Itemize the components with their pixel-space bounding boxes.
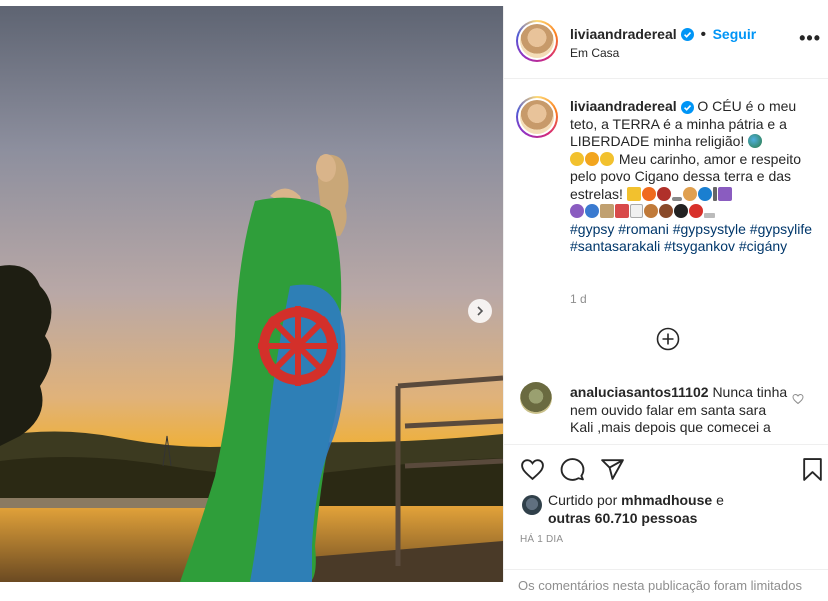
emoji-row-1 <box>626 186 733 202</box>
heart-icon <box>521 459 544 481</box>
moon-emoji-icon <box>600 151 614 166</box>
comment-username[interactable]: analuciasantos11102 <box>570 384 709 400</box>
post-actions: Curtido por mhmadhouse e outras 60.710 p… <box>504 444 828 593</box>
comment-icon <box>560 458 585 481</box>
likes-others[interactable]: outras 60.710 pessoas <box>548 510 697 526</box>
black-heart-emoji-icon <box>674 204 688 218</box>
horse-emoji-icon <box>644 204 658 218</box>
likes-summary: Curtido por mhmadhouse e outras 60.710 p… <box>548 491 818 527</box>
hashtag[interactable]: #cigány <box>739 238 787 254</box>
caption-avatar[interactable] <box>520 100 554 134</box>
post-location[interactable]: Em Casa <box>570 46 619 60</box>
verified-badge-icon <box>680 100 694 114</box>
fire-emoji-icon <box>641 186 656 201</box>
commenter-avatar[interactable] <box>520 382 552 414</box>
feather-emoji-icon <box>585 204 599 218</box>
like-button[interactable] <box>520 457 545 487</box>
star-emoji-icon <box>626 186 641 201</box>
more-options-button[interactable]: ••• <box>799 28 821 49</box>
next-photo-button[interactable] <box>468 299 492 323</box>
liker-username[interactable]: mhmadhouse <box>621 492 712 508</box>
hashtag[interactable]: #gypsy <box>570 221 614 237</box>
star-moon-emoji-icon <box>717 186 732 201</box>
caption-story-ring[interactable] <box>516 96 558 138</box>
key-emoji-icon <box>671 196 682 201</box>
caption-username[interactable]: liviaandradereal <box>570 98 677 114</box>
wand-emoji-icon <box>712 186 717 201</box>
chevron-right-icon <box>477 306 484 316</box>
verified-badge-icon <box>681 28 695 42</box>
post-username[interactable]: liviaandradereal <box>570 26 677 42</box>
violin-emoji-icon <box>659 204 673 218</box>
hashtag[interactable]: #romani <box>618 221 669 237</box>
bookmark-icon <box>803 458 822 481</box>
plus-circle-icon <box>656 327 680 351</box>
hashtag[interactable]: #santasarakali <box>570 238 660 254</box>
story-ring[interactable] <box>516 20 558 62</box>
crystal-ball-emoji-icon <box>570 204 584 218</box>
hashtag[interactable]: #gypsystyle <box>673 221 746 237</box>
key-emoji-icon <box>704 213 715 218</box>
moon-emoji-icon <box>570 151 584 166</box>
likes-prefix: Curtido por <box>548 492 618 508</box>
post-side-panel: liviaandradereal • Seguir Em Casa ••• li… <box>503 6 828 593</box>
comment: analuciasantos11102 Nunca tinha nem ouvi… <box>570 384 792 446</box>
rose-emoji-icon <box>656 186 671 201</box>
post-caption: liviaandradereal O CÉU é o meu teto, a T… <box>570 98 818 256</box>
blue-heart-emoji-icon <box>697 186 712 201</box>
sun-emoji-icon <box>585 151 599 166</box>
hashtag[interactable]: #tsygankov <box>664 238 735 254</box>
cards-emoji-icon <box>630 204 643 218</box>
hashtag[interactable]: #gypsylife <box>750 221 812 237</box>
moon-emojis <box>570 151 619 167</box>
comment-button[interactable] <box>560 457 585 487</box>
globe-emoji-icon <box>748 134 763 148</box>
circus-emoji-icon <box>615 204 629 218</box>
comments-limited-notice: Os comentários nesta publicação foram li… <box>504 569 828 601</box>
liker-avatar[interactable] <box>522 495 542 515</box>
follow-button[interactable]: Seguir <box>713 26 757 42</box>
caption-time[interactable]: 1 d <box>570 292 587 306</box>
post-header: liviaandradereal • Seguir Em Casa ••• <box>504 6 828 79</box>
like-comment-button[interactable] <box>792 392 804 410</box>
post-photo[interactable] <box>0 6 503 582</box>
avatar[interactable] <box>520 24 554 58</box>
share-button[interactable] <box>600 457 625 487</box>
likes-conj: e <box>716 492 724 508</box>
hands-emoji-icon <box>682 186 697 201</box>
heart-icon <box>792 393 804 405</box>
post-date[interactable]: HÁ 1 DIA <box>520 534 563 545</box>
rose-emoji-icon <box>689 204 703 218</box>
load-more-comments-button[interactable] <box>656 327 680 351</box>
save-button[interactable] <box>800 457 825 487</box>
share-icon <box>601 459 624 480</box>
emoji-row-2 <box>570 203 716 219</box>
tent-emoji-icon <box>600 204 614 218</box>
sunset-flag-photo <box>0 6 503 582</box>
